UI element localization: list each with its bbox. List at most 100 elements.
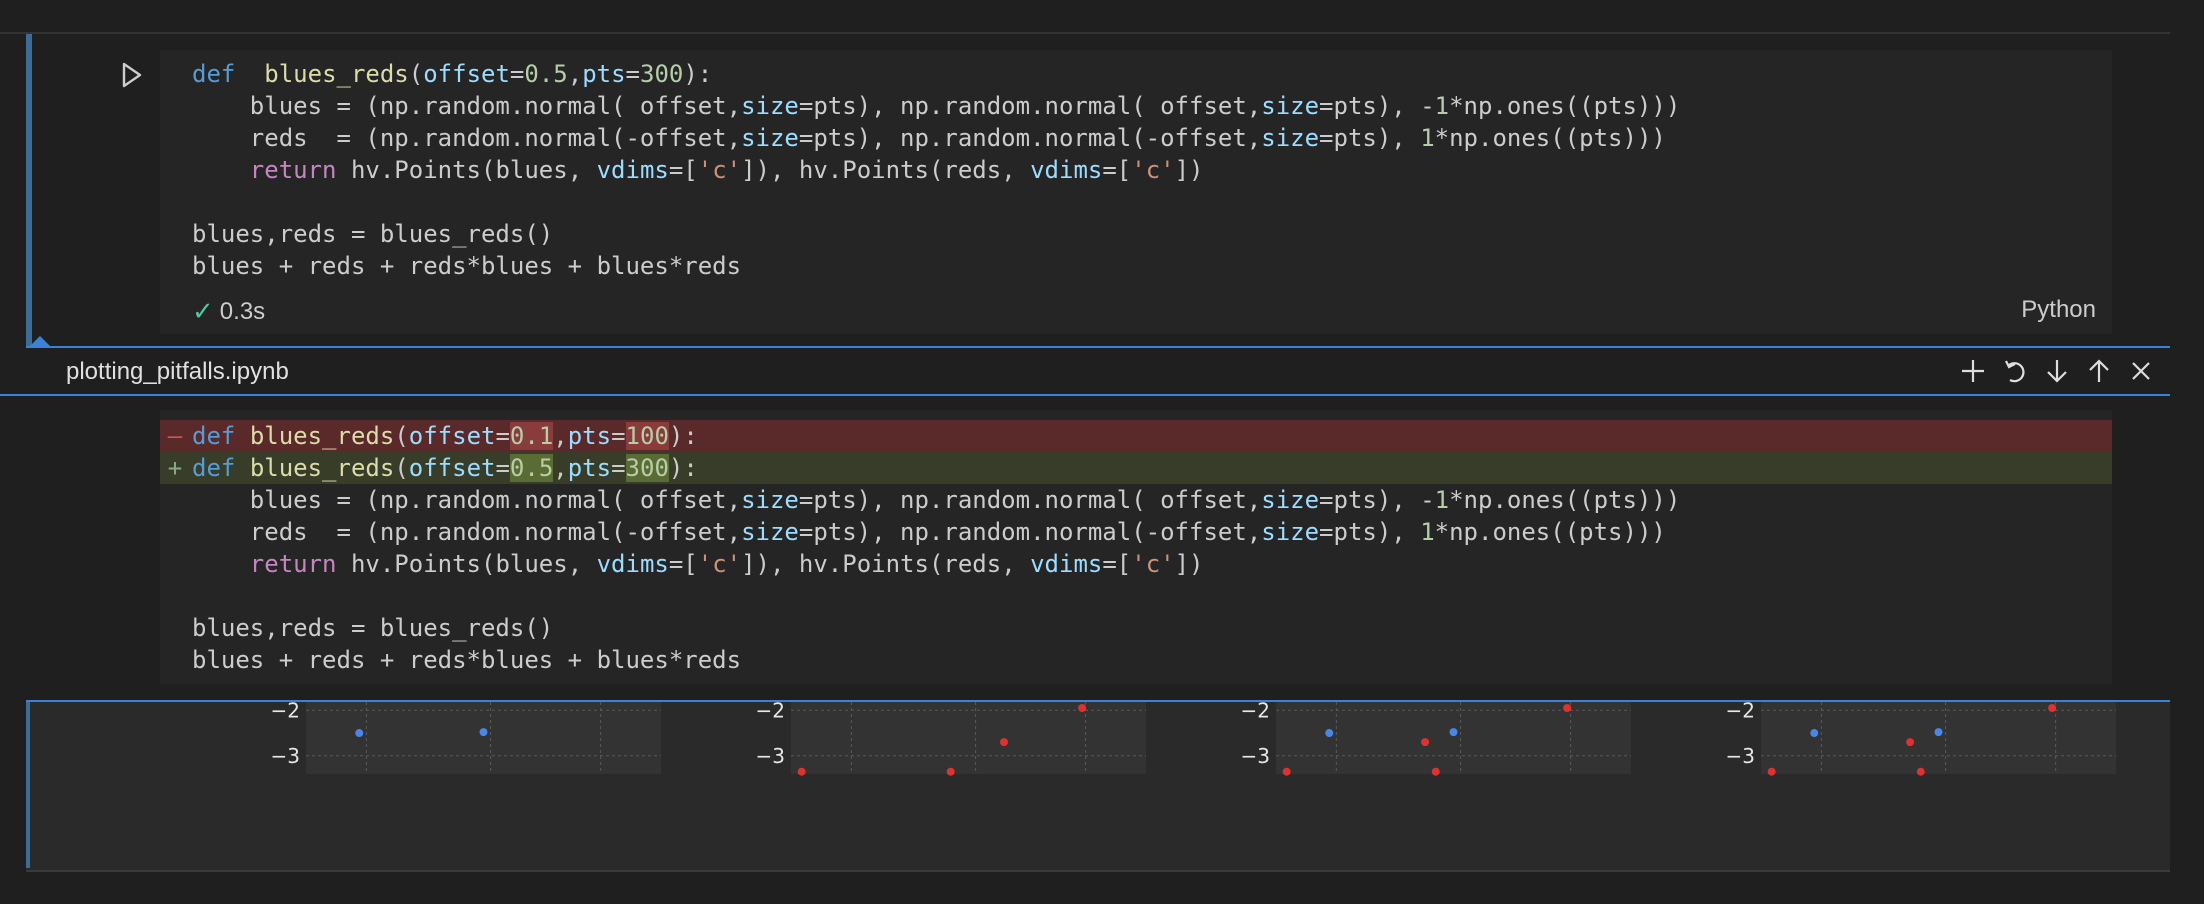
cell-focus-indicator: [26, 34, 32, 346]
code-token: *np.ones((pts))): [1449, 92, 1681, 120]
code-token: 1: [1434, 486, 1450, 514]
code-token: (: [408, 60, 424, 88]
cell-output[interactable]: −2 −3 −2 −3 −2 −3 −2 −3: [26, 702, 2170, 872]
code-editor[interactable]: def blues_reds(offset=0.5,pts=300): blue…: [160, 50, 2112, 334]
code-token: =pts), np.random.normal(-offset,: [798, 124, 1262, 152]
code-token: =: [495, 422, 510, 450]
code-token: vdims: [596, 550, 669, 578]
code-token: blues,reds = blues_reds(): [192, 220, 554, 248]
code-line: blues + reds + reds*blues + blues*reds: [192, 250, 1680, 282]
code-token: pts: [567, 454, 612, 482]
code-token: ]), hv.Points(reds,: [741, 156, 1031, 184]
code-block[interactable]: def blues_reds(offset=0.5,pts=300): blue…: [192, 58, 1680, 282]
red-point: [1282, 767, 1291, 776]
blue-point: [355, 729, 364, 738]
code-line: blues = (np.random.normal( offset,size=p…: [192, 90, 1680, 122]
code-token: return: [249, 550, 337, 578]
output-bottom-border: [26, 870, 2170, 872]
code-token: ):: [668, 454, 698, 482]
code-token: =: [611, 422, 626, 450]
code-token: *np.ones((pts))): [1434, 518, 1666, 546]
added-code: def blues_reds(offset=0.5,pts=300):: [192, 452, 698, 484]
revert-icon: [2005, 360, 2025, 383]
ytick-label: −3: [1726, 744, 1755, 768]
code-token: =pts), np.random.normal(-offset,: [798, 518, 1262, 546]
arrow-down-icon: [2047, 360, 2067, 383]
close-icon: [2132, 362, 2150, 380]
code-token: 1: [1420, 518, 1435, 546]
code-line: blues = (np.random.normal( offset,size=p…: [192, 484, 1680, 516]
added-marker: +: [167, 454, 183, 482]
code-token: 0.5: [509, 454, 554, 482]
code-token: pts: [567, 422, 612, 450]
run-cell-button[interactable]: [116, 60, 146, 90]
code-token: =pts), np.random.normal( offset,: [798, 92, 1262, 120]
ytick-label: −2: [756, 702, 785, 722]
kernel-language[interactable]: Python: [2021, 296, 2096, 324]
ytick-label: −2: [271, 702, 300, 722]
code-token: hv.Points(blues,: [336, 156, 597, 184]
diff-editor[interactable]: — def blues_reds(offset=0.1,pts=100): + …: [160, 410, 2112, 684]
code-line: return hv.Points(blues, vdims=['c']), hv…: [192, 154, 1680, 186]
code-token: ]), hv.Points(reds,: [741, 550, 1031, 578]
red-point: [1431, 767, 1440, 776]
blue-point: [1810, 729, 1819, 738]
code-token: blues = (np.random.normal( offset,: [192, 92, 742, 120]
code-token: =pts),: [1319, 518, 1421, 546]
code-token: =[: [668, 156, 698, 184]
code-token: =[: [1102, 550, 1132, 578]
code-token: ,: [553, 422, 568, 450]
plot-3[interactable]: −2 −3: [1216, 702, 1656, 782]
add-button[interactable]: [1958, 354, 1988, 388]
code-token: blues_reds: [249, 422, 395, 450]
previous-change-button[interactable]: [2084, 354, 2114, 388]
execution-time: 0.3s: [219, 297, 266, 325]
code-line: reds = (np.random.normal(-offset,size=pt…: [192, 122, 1680, 154]
code-token: 'c': [1131, 550, 1175, 578]
red-point: [2048, 704, 2057, 712]
ytick-label: −2: [1726, 702, 1755, 722]
ytick-label: −2: [1241, 702, 1270, 722]
next-change-button[interactable]: [2042, 354, 2072, 388]
code-line: blues,reds = blues_reds(): [192, 612, 1680, 644]
code-token: =[: [1102, 156, 1132, 184]
code-token: *np.ones((pts))): [1434, 124, 1666, 152]
code-token: size: [741, 486, 799, 514]
plot-area: [306, 702, 661, 774]
code-token: =: [509, 60, 525, 88]
peek-actions: [1958, 354, 2156, 388]
code-token: *np.ones((pts))): [1449, 486, 1681, 514]
red-point: [1421, 738, 1430, 747]
ytick-label: −3: [271, 744, 300, 768]
plot-4[interactable]: −2 −3: [1701, 702, 2141, 782]
code-token: reds = (np.random.normal(-offset,: [192, 124, 742, 152]
red-point: [797, 767, 806, 776]
code-token: ]): [1174, 550, 1204, 578]
code-token: 0.1: [509, 422, 554, 450]
play-icon: [122, 62, 142, 88]
plot-2[interactable]: −2 −3: [731, 702, 1171, 782]
code-token: =pts), -: [1319, 486, 1435, 514]
plot-area: [1761, 702, 2116, 774]
added-line: + def blues_reds(offset=0.5,pts=300):: [160, 452, 2112, 484]
code-token: reds = (np.random.normal(-offset,: [192, 518, 742, 546]
revert-button[interactable]: [2000, 354, 2030, 388]
code-line: blues + reds + reds*blues + blues*reds: [192, 644, 1680, 676]
plot-1[interactable]: −2 −3: [246, 702, 686, 782]
code-token: ,: [553, 454, 568, 482]
code-token: 100: [625, 422, 669, 450]
code-token: vdims: [1030, 550, 1103, 578]
code-token: return: [249, 156, 337, 184]
add-icon: [1962, 360, 1984, 382]
code-token: =: [495, 454, 510, 482]
ytick-label: −3: [1241, 744, 1270, 768]
code-token: blues_reds: [264, 60, 409, 88]
code-token: 0.5: [524, 60, 568, 88]
close-peek-button[interactable]: [2126, 354, 2156, 388]
blue-point: [1934, 728, 1943, 737]
